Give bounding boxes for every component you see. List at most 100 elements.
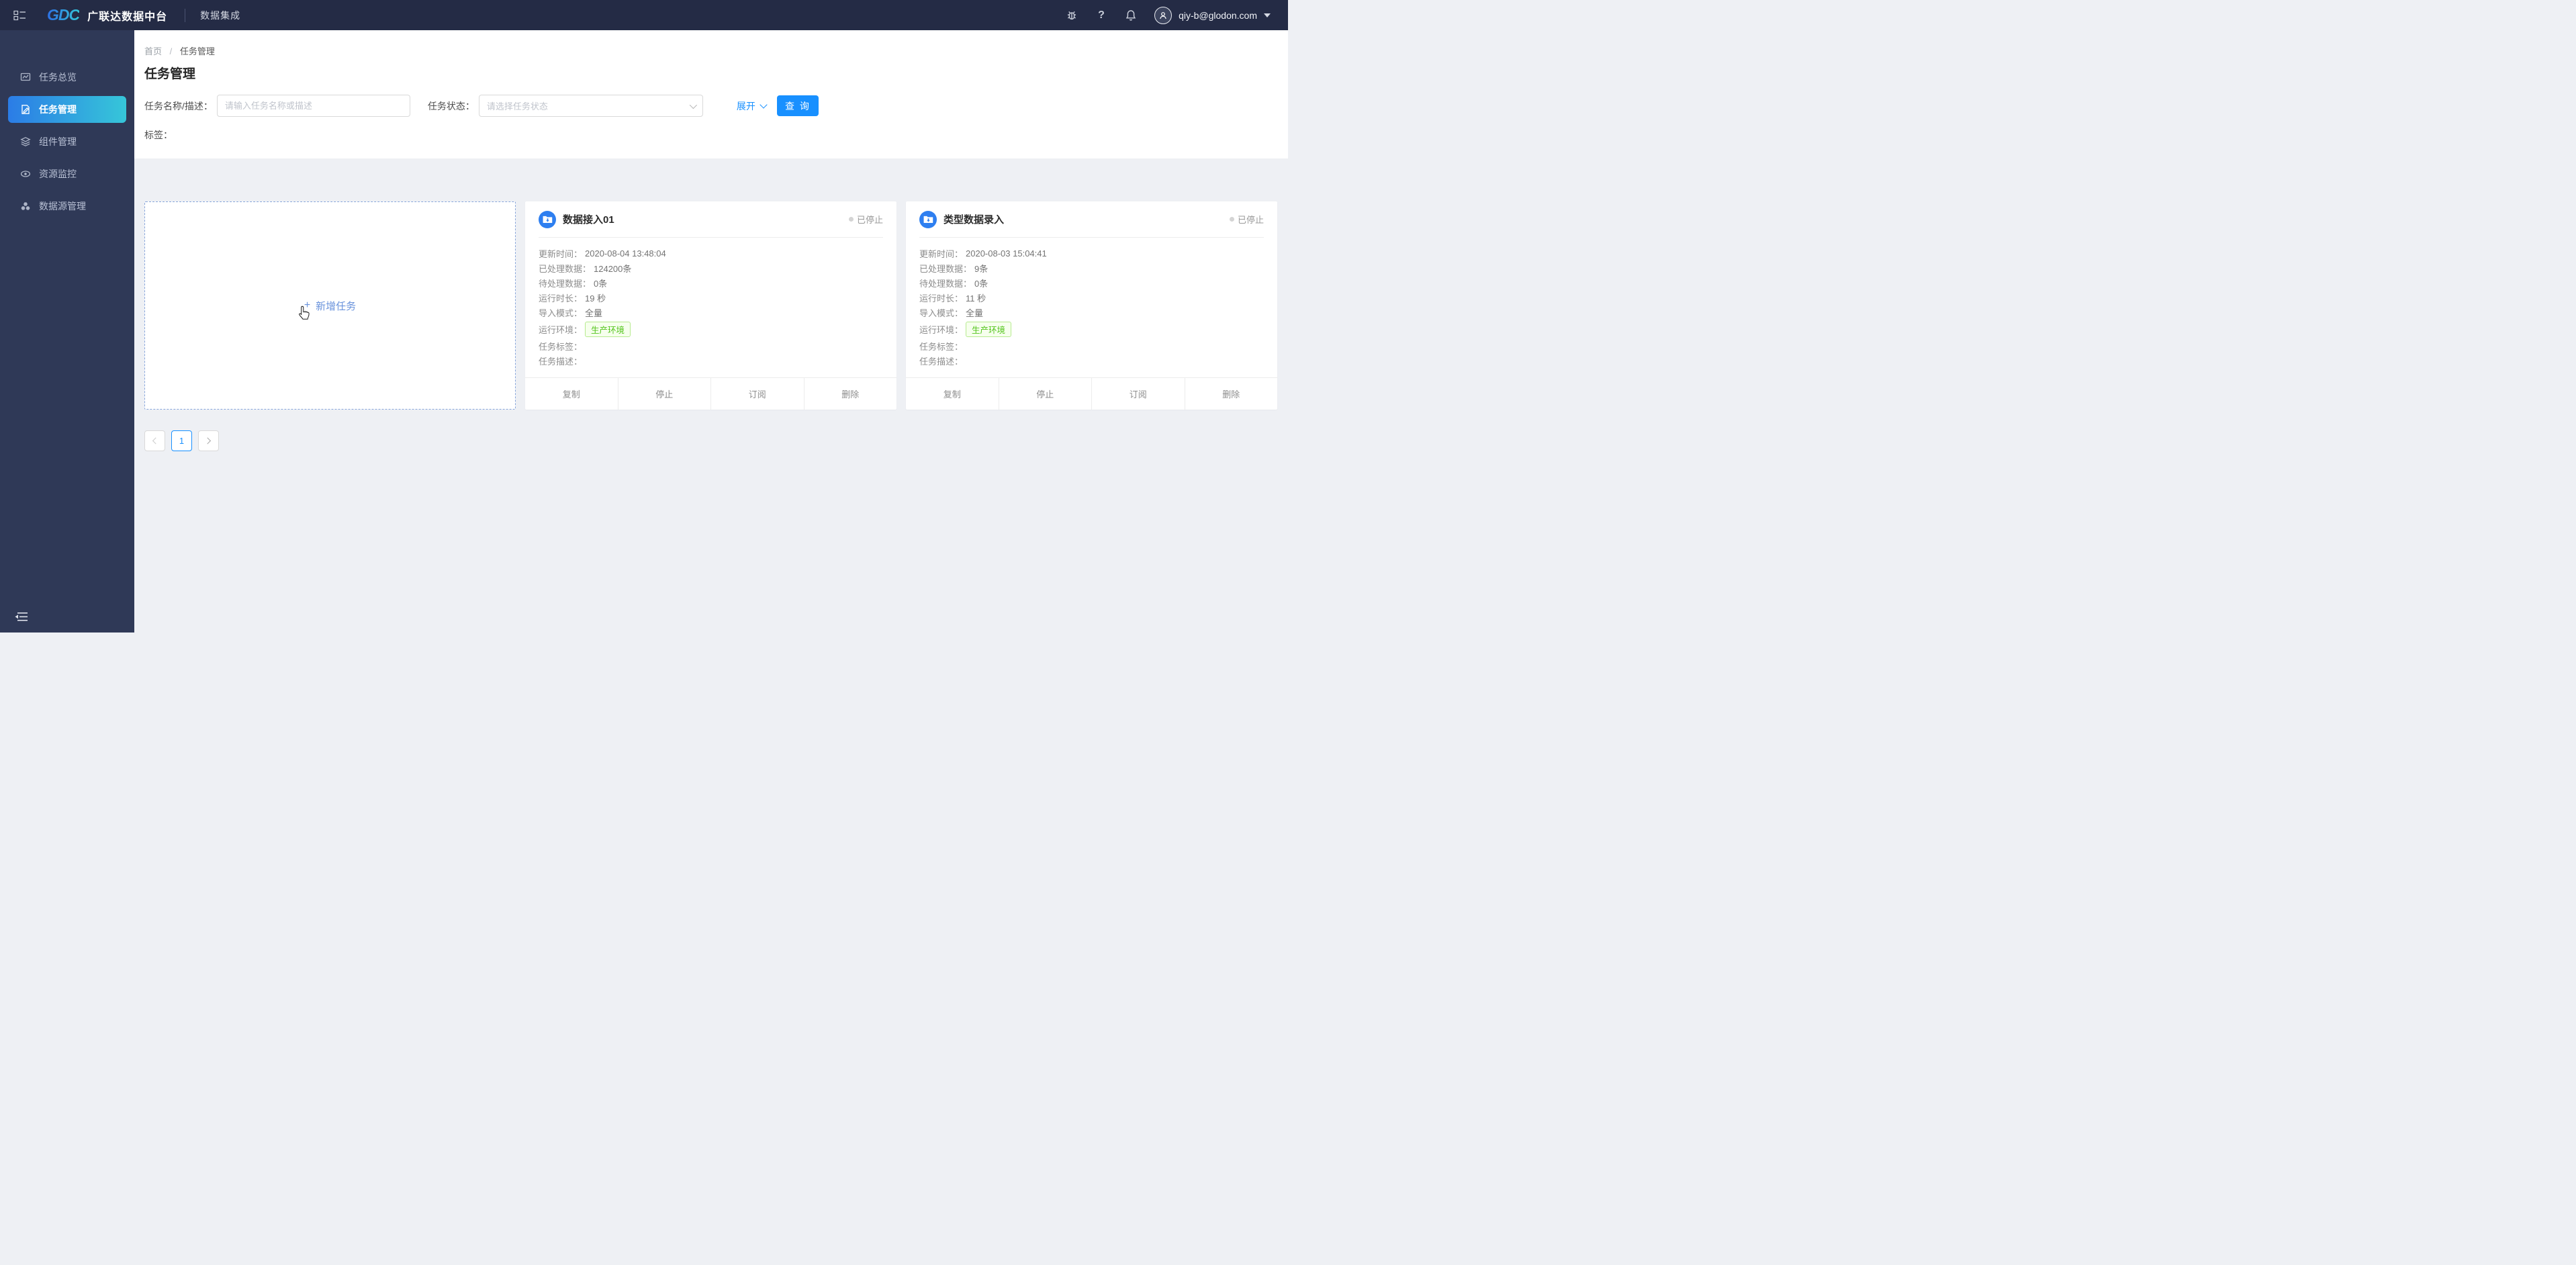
sidebar-item-task-management[interactable]: 任务管理 [8,96,126,123]
breadcrumb-home[interactable]: 首页 [144,46,162,56]
add-task-label: 新增任务 [316,300,357,312]
gdc-logo: GDC [47,6,80,24]
delete-button[interactable]: 删除 [1184,378,1278,410]
info-value: 9条 [974,263,988,274]
expand-label: 展开 [736,100,755,111]
chevron-down-icon [760,101,768,109]
chevron-right-icon [204,437,212,444]
info-label: 待处理数据： [539,278,592,289]
chevron-down-icon [689,101,697,109]
info-label: 更新时间： [539,248,583,259]
pagination: 1 [144,430,219,451]
bell-icon[interactable] [1125,9,1137,21]
info-value: 全量 [585,308,603,318]
expand-link[interactable]: 展开 [736,99,768,113]
task-card-footer: 复制 停止 订阅 删除 [906,377,1277,410]
info-value: 0条 [594,278,608,289]
info-label: 已处理数据： [539,263,592,274]
brand: GDC 广联达数据中台 [47,6,167,24]
next-page-button[interactable] [198,430,219,451]
info-label: 导入模式： [919,308,964,318]
info-label: 任务描述： [539,356,583,367]
sidebar-item-task-overview[interactable]: 任务总览 [0,61,134,93]
sidebar-item-component-management[interactable]: 组件管理 [0,126,134,158]
page-title: 任务管理 [144,67,196,81]
user-email[interactable]: qiy-b@glodon.com [1179,10,1257,21]
info-value: 全量 [966,308,984,318]
info-label: 已处理数据： [919,263,972,274]
task-status: 已停止 [848,213,883,226]
subscribe-button[interactable]: 订阅 [710,378,804,410]
breadcrumb: 首页 / 任务管理 [144,44,215,57]
task-name-label: 任务名称/描述： [144,100,213,111]
info-value: 124200条 [594,263,632,274]
info-label: 待处理数据： [919,278,972,289]
datasource-icon [21,202,30,210]
top-bar: GDC 广联达数据中台 数据集成 ? qiy-b@glodon.com [0,0,1288,30]
layers-icon [20,137,31,146]
sidebar-item-datasource-management[interactable]: 数据源管理 [0,190,134,222]
stop-button[interactable]: 停止 [998,378,1092,410]
info-label: 任务标签： [919,341,964,352]
delete-button[interactable]: 删除 [803,378,897,410]
info-label: 运行时长： [539,293,583,303]
task-title: 数据接入01 [563,214,614,226]
status-text: 已停止 [856,215,883,225]
info-value: 2020-08-03 15:04:41 [966,248,1047,259]
task-card-body: 更新时间： 2020-08-03 15:04:41 已处理数据： 9条 待处理数据：… [906,238,1277,368]
avatar[interactable] [1154,6,1172,24]
task-name-input[interactable] [216,95,410,117]
help-icon[interactable]: ? [1095,9,1107,21]
info-value: 11 秒 [966,293,986,303]
eye-icon [20,171,31,177]
sidebar-item-label: 数据源管理 [39,201,86,212]
info-label: 任务描述： [919,356,964,367]
sidebar-item-label: 资源监控 [39,169,77,179]
task-card-header: 类型数据录入 已停止 [906,201,1277,237]
copy-button[interactable]: 复制 [906,378,999,410]
chevron-left-icon [152,437,159,444]
info-value: 2020-08-04 13:48:04 [585,248,666,259]
filter-panel: 首页 / 任务管理 任务管理 任务名称/描述： 任务状态： 请选择任务状态 展开… [134,30,1288,158]
task-card-body: 更新时间： 2020-08-04 13:48:04 已处理数据： 124200条 待… [525,238,896,368]
info-label: 任务标签： [539,341,583,352]
env-badge: 生产环境 [966,321,1012,337]
subscribe-button[interactable]: 订阅 [1091,378,1185,410]
task-card-footer: 复制 停止 订阅 删除 [525,377,896,410]
task-card: 类型数据录入 已停止 更新时间： 2020-08-03 15:04:41 已处理数… [906,201,1277,410]
filter-row: 任务名称/描述： 任务状态： 请选择任务状态 展开 查 询 [144,95,819,117]
status-text: 已停止 [1237,215,1264,225]
info-value: 0条 [974,278,988,289]
task-status-select[interactable]: 请选择任务状态 [478,95,703,117]
info-label: 运行环境： [539,324,583,335]
status-dot-icon [1229,217,1234,222]
task-card: 数据接入01 已停止 更新时间： 2020-08-04 13:48:04 已处理数… [525,201,896,410]
sidebar-item-label: 任务总览 [39,72,77,83]
info-label: 更新时间： [919,248,964,259]
task-cards-row: + 新增任务 数据接入01 已停止 更新时间： 2020-08-04 13:48… [144,201,1277,410]
tag-filter-label: 标签： [144,130,173,140]
add-task-link[interactable]: + 新增任务 [298,299,357,320]
info-label: 运行时长： [919,293,964,303]
page-1-button[interactable]: 1 [171,430,192,451]
env-badge: 生产环境 [585,321,631,337]
copy-button[interactable]: 复制 [525,378,618,410]
info-label: 运行环境： [919,324,964,335]
menu-fold-icon[interactable] [15,612,28,622]
search-button[interactable]: 查 询 [776,95,819,116]
status-dot-icon [848,217,854,222]
brand-title: 广联达数据中台 [87,11,168,23]
main-content: 首页 / 任务管理 任务管理 任务名称/描述： 任务状态： 请选择任务状态 展开… [134,30,1288,632]
info-label: 导入模式： [539,308,583,318]
stop-button[interactable]: 停止 [617,378,711,410]
sidebar-item-resource-monitor[interactable]: 资源监控 [0,158,134,190]
folder-download-icon [919,210,937,228]
bug-icon[interactable] [1066,9,1078,21]
add-task-card[interactable]: + 新增任务 [144,201,516,410]
task-title: 类型数据录入 [944,214,1005,226]
sidebar-item-label: 任务管理 [39,104,77,115]
prev-page-button[interactable] [144,430,165,451]
task-edit-icon [21,105,30,114]
collapse-menu-icon[interactable] [13,10,27,21]
caret-down-icon[interactable] [1264,13,1271,17]
